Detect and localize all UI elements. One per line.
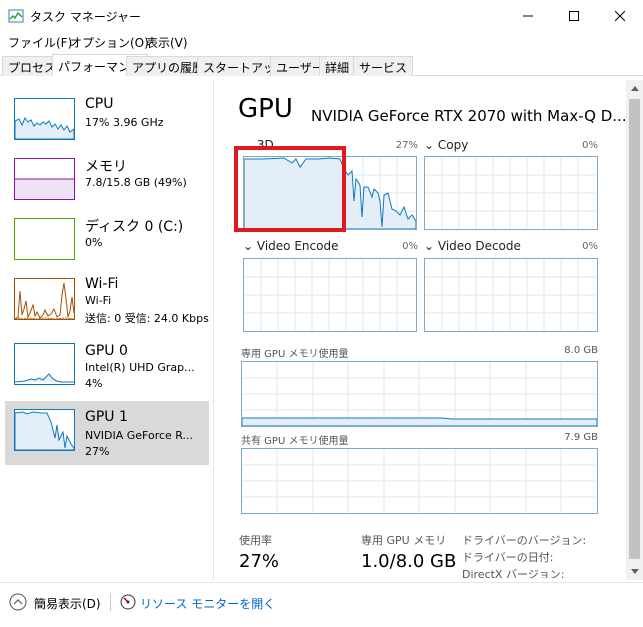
engine-copy-percent: 0%: [582, 140, 598, 151]
gpu0-thumbnail-graph: [14, 343, 75, 385]
sidebar-cpu-title: CPU: [85, 96, 114, 112]
engine-video-decode-graph: [424, 258, 598, 332]
vertical-scrollbar[interactable]: [626, 80, 643, 580]
menu-view[interactable]: 表示(V): [146, 34, 188, 51]
shared-memory-graph: [241, 448, 598, 514]
sidebar-wifi-adapter: Wi-Fi: [85, 294, 112, 307]
chevron-down-icon: ⌄: [424, 239, 435, 253]
wifi-thumbnail-graph: [14, 278, 75, 320]
minimize-button[interactable]: [505, 0, 551, 32]
sidebar-item-cpu[interactable]: CPU 17% 3.96 GHz: [5, 92, 209, 156]
driver-date-label: ドライバーの日付:: [462, 551, 554, 564]
window-title: タスク マネージャー: [30, 10, 141, 24]
brief-view-link[interactable]: 簡易表示(D): [34, 595, 101, 612]
dedicated-mem-stat-label: 専用 GPU メモリ: [361, 534, 447, 547]
maximize-button[interactable]: [551, 0, 597, 32]
performance-sidebar: CPU 17% 3.96 GHz メモリ 7.8/15.8 GB (49%) デ…: [0, 80, 214, 580]
sidebar-gpu1-usage: 27%: [85, 445, 110, 458]
engine-video-encode-selector[interactable]: ⌄ Video Encode: [243, 239, 338, 253]
engine-copy-selector[interactable]: ⌄ Copy: [424, 138, 468, 152]
sidebar-item-gpu0[interactable]: GPU 0 Intel(R) UHD Grap... 4%: [5, 337, 209, 401]
engine-video-decode-selector[interactable]: ⌄ Video Decode: [424, 239, 521, 253]
memory-thumbnail-graph: [14, 158, 75, 200]
gpu1-thumbnail-graph: [14, 409, 75, 451]
engine-video-encode-percent: 0%: [402, 241, 418, 252]
engine-3d-percent: 27%: [395, 140, 418, 151]
footer-divider: [110, 593, 111, 611]
sidebar-gpu0-model: Intel(R) UHD Grap...: [85, 361, 195, 374]
shared-memory-label: 共有 GPU メモリ使用量: [241, 436, 349, 447]
engine-copy-label: Copy: [437, 138, 469, 152]
sidebar-wifi-title: Wi-Fi: [85, 276, 119, 292]
triangle-up-icon: [630, 86, 639, 91]
resource-monitor-link[interactable]: リソース モニターを開く: [140, 595, 275, 612]
tab-bar: プロセス パフォーマンス アプリの履歴 スタートアップ ユーザー 詳細 サービス: [0, 54, 643, 76]
usage-label: 使用率: [239, 534, 272, 547]
sidebar-memory-title: メモリ: [85, 159, 127, 175]
directx-version-label: DirectX バージョン:: [462, 568, 565, 578]
dedicated-memory-label: 専用 GPU メモリ使用量: [241, 349, 349, 360]
menu-file[interactable]: ファイル(F): [8, 34, 72, 51]
sidebar-gpu1-model: NVIDIA GeForce R...: [85, 429, 194, 442]
engine-copy-graph: [424, 156, 598, 230]
engine-video-decode-label: Video Decode: [437, 239, 521, 253]
engine-video-decode-percent: 0%: [582, 241, 598, 252]
chevron-down-icon: ⌄: [424, 138, 435, 152]
scroll-thumb[interactable]: [629, 99, 640, 559]
dedicated-mem-stat-value: 1.0/8.0 GB: [361, 551, 457, 572]
shared-memory-max: 7.9 GB: [564, 432, 598, 443]
dedicated-memory-graph: [241, 361, 598, 427]
dedicated-memory-max: 8.0 GB: [564, 345, 598, 356]
tab-details[interactable]: 詳細: [319, 56, 356, 76]
driver-version-label: ドライバーのバージョン:: [462, 534, 587, 547]
cpu-thumbnail-graph: [14, 98, 75, 140]
sidebar-memory-usage: 7.8/15.8 GB (49%): [85, 176, 187, 189]
sidebar-item-wifi[interactable]: Wi-Fi Wi-Fi 送信: 0 受信: 24.0 Kbps: [5, 272, 209, 336]
usage-value: 27%: [239, 551, 280, 572]
engine-video-encode-graph: [243, 258, 417, 332]
gpu-device-name: NVIDIA GeForce RTX 2070 with Max-Q D...: [311, 107, 627, 125]
sidebar-cpu-usage: 17% 3.96 GHz: [85, 116, 164, 129]
minimize-icon: [523, 15, 533, 17]
collapse-circle-icon[interactable]: [9, 593, 27, 611]
sidebar-item-gpu1[interactable]: GPU 1 NVIDIA GeForce R... 27%: [5, 401, 209, 465]
task-manager-icon: [8, 8, 24, 24]
menu-bar: ファイル(F) オプション(O) 表示(V): [0, 32, 643, 52]
scroll-down-button[interactable]: [626, 563, 643, 580]
engine-video-encode-label: Video Encode: [256, 239, 339, 253]
menu-options[interactable]: オプション(O): [70, 34, 149, 51]
sidebar-disk-title: ディスク 0 (C:): [85, 219, 184, 235]
sidebar-item-memory[interactable]: メモリ 7.8/15.8 GB (49%): [5, 152, 209, 216]
sidebar-gpu1-title: GPU 1: [85, 409, 128, 425]
triangle-down-icon: [630, 569, 639, 574]
sidebar-wifi-throughput: 送信: 0 受信: 24.0 Kbps: [85, 312, 209, 325]
sidebar-gpu0-usage: 4%: [85, 377, 103, 390]
disk-thumbnail-graph: [14, 218, 75, 260]
tab-services[interactable]: サービス: [353, 56, 414, 76]
close-icon: [615, 11, 625, 21]
resource-monitor-icon: [120, 594, 136, 610]
sidebar-gpu0-title: GPU 0: [85, 343, 128, 359]
close-button[interactable]: [597, 0, 643, 32]
footer: 簡易表示(D) リソース モニターを開く: [0, 582, 643, 627]
page-title: GPU: [238, 94, 293, 124]
sidebar-item-disk[interactable]: ディスク 0 (C:) 0%: [5, 212, 209, 276]
title-bar[interactable]: タスク マネージャー: [0, 0, 643, 32]
chevron-down-icon: ⌄: [243, 239, 254, 253]
highlight-box: [234, 146, 346, 232]
maximize-icon: [569, 11, 579, 21]
sidebar-disk-usage: 0%: [85, 236, 103, 249]
scroll-up-button[interactable]: [626, 80, 643, 97]
